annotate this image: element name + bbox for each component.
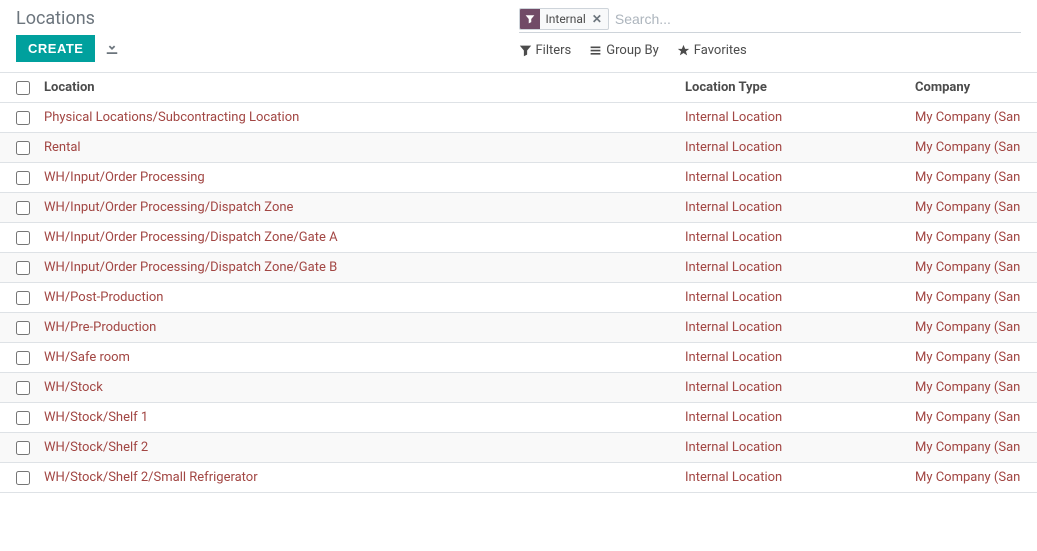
table-row[interactable]: WH/Stock/Shelf 2Internal LocationMy Comp… [0,433,1037,463]
table-row[interactable]: WH/StockInternal LocationMy Company (San [0,373,1037,403]
control-panel: Locations CREATE Internal ✕ Filters [0,0,1037,73]
table-row[interactable]: Physical Locations/Subcontracting Locati… [0,103,1037,133]
table-row[interactable]: WH/Input/Order Processing/Dispatch ZoneI… [0,193,1037,223]
table-row[interactable]: RentalInternal LocationMy Company (San [0,133,1037,163]
cell-type[interactable]: Internal Location [685,380,915,395]
cell-location[interactable]: WH/Post-Production [44,290,685,305]
table-row[interactable]: WH/Safe roomInternal LocationMy Company … [0,343,1037,373]
cell-company[interactable]: My Company (San [915,380,1021,395]
cell-company[interactable]: My Company (San [915,290,1021,305]
table-row[interactable]: WH/Pre-ProductionInternal LocationMy Com… [0,313,1037,343]
row-checkbox[interactable] [16,141,30,155]
funnel-icon [520,9,540,29]
row-checkbox[interactable] [16,441,30,455]
cell-type[interactable]: Internal Location [685,110,915,125]
row-checkbox[interactable] [16,471,30,485]
cell-location[interactable]: WH/Stock [44,380,685,395]
cell-location[interactable]: WH/Input/Order Processing/Dispatch Zone/… [44,260,685,275]
row-checkbox[interactable] [16,351,30,365]
column-header-company[interactable]: Company [915,80,1021,95]
cell-company[interactable]: My Company (San [915,230,1021,245]
row-checkbox[interactable] [16,381,30,395]
filters-label: Filters [536,43,572,58]
filter-facet: Internal ✕ [519,8,609,30]
groupby-label: Group By [606,43,659,58]
cell-location[interactable]: WH/Stock/Shelf 2/Small Refrigerator [44,470,685,485]
search-input[interactable] [615,11,1021,27]
cell-type[interactable]: Internal Location [685,290,915,305]
row-checkbox[interactable] [16,201,30,215]
cell-type[interactable]: Internal Location [685,410,915,425]
cell-company[interactable]: My Company (San [915,110,1021,125]
cell-location[interactable]: WH/Input/Order Processing/Dispatch Zone [44,200,685,215]
filters-dropdown[interactable]: Filters [519,43,572,58]
table-header: Location Location Type Company [0,73,1037,103]
row-checkbox[interactable] [16,291,30,305]
cell-type[interactable]: Internal Location [685,140,915,155]
cell-location[interactable]: Physical Locations/Subcontracting Locati… [44,110,685,125]
cell-company[interactable]: My Company (San [915,140,1021,155]
cell-company[interactable]: My Company (San [915,260,1021,275]
cell-company[interactable]: My Company (San [915,440,1021,455]
table-row[interactable]: WH/Input/Order Processing/Dispatch Zone/… [0,223,1037,253]
cell-company[interactable]: My Company (San [915,200,1021,215]
select-all-checkbox[interactable] [16,81,30,95]
list-icon [589,44,602,57]
column-header-location[interactable]: Location [44,80,685,95]
cell-type[interactable]: Internal Location [685,230,915,245]
table-row[interactable]: WH/Input/Order ProcessingInternal Locati… [0,163,1037,193]
export-button[interactable] [105,40,119,57]
cell-location[interactable]: WH/Input/Order Processing/Dispatch Zone/… [44,230,685,245]
table-row[interactable]: WH/Stock/Shelf 1Internal LocationMy Comp… [0,403,1037,433]
cell-location[interactable]: WH/Input/Order Processing [44,170,685,185]
table-row[interactable]: WH/Stock/Shelf 2/Small RefrigeratorInter… [0,463,1037,493]
cell-company[interactable]: My Company (San [915,320,1021,335]
cell-type[interactable]: Internal Location [685,170,915,185]
row-checkbox[interactable] [16,321,30,335]
row-checkbox[interactable] [16,111,30,125]
row-checkbox[interactable] [16,261,30,275]
cell-location[interactable]: WH/Stock/Shelf 1 [44,410,685,425]
cell-type[interactable]: Internal Location [685,440,915,455]
column-header-type[interactable]: Location Type [685,80,915,95]
download-icon [105,40,119,54]
cell-type[interactable]: Internal Location [685,260,915,275]
cell-type[interactable]: Internal Location [685,320,915,335]
favorites-label: Favorites [694,43,747,58]
table-row[interactable]: WH/Post-ProductionInternal LocationMy Co… [0,283,1037,313]
facet-label: Internal [540,12,592,26]
row-checkbox[interactable] [16,231,30,245]
table-row[interactable]: WH/Input/Order Processing/Dispatch Zone/… [0,253,1037,283]
list-view: Location Location Type Company Physical … [0,73,1037,493]
cell-location[interactable]: WH/Pre-Production [44,320,685,335]
star-icon [677,44,690,57]
facet-remove-button[interactable]: ✕ [592,12,608,26]
cell-location[interactable]: WH/Safe room [44,350,685,365]
cell-location[interactable]: Rental [44,140,685,155]
row-checkbox[interactable] [16,171,30,185]
row-checkbox[interactable] [16,411,30,425]
create-button[interactable]: CREATE [16,35,95,62]
groupby-dropdown[interactable]: Group By [589,43,659,58]
cell-location[interactable]: WH/Stock/Shelf 2 [44,440,685,455]
cell-type[interactable]: Internal Location [685,470,915,485]
cell-company[interactable]: My Company (San [915,170,1021,185]
funnel-icon [519,44,532,57]
cell-company[interactable]: My Company (San [915,350,1021,365]
search-bar[interactable]: Internal ✕ [519,8,1022,33]
cell-company[interactable]: My Company (San [915,470,1021,485]
cell-company[interactable]: My Company (San [915,410,1021,425]
page-title: Locations [16,8,519,29]
favorites-dropdown[interactable]: Favorites [677,43,747,58]
cell-type[interactable]: Internal Location [685,200,915,215]
cell-type[interactable]: Internal Location [685,350,915,365]
